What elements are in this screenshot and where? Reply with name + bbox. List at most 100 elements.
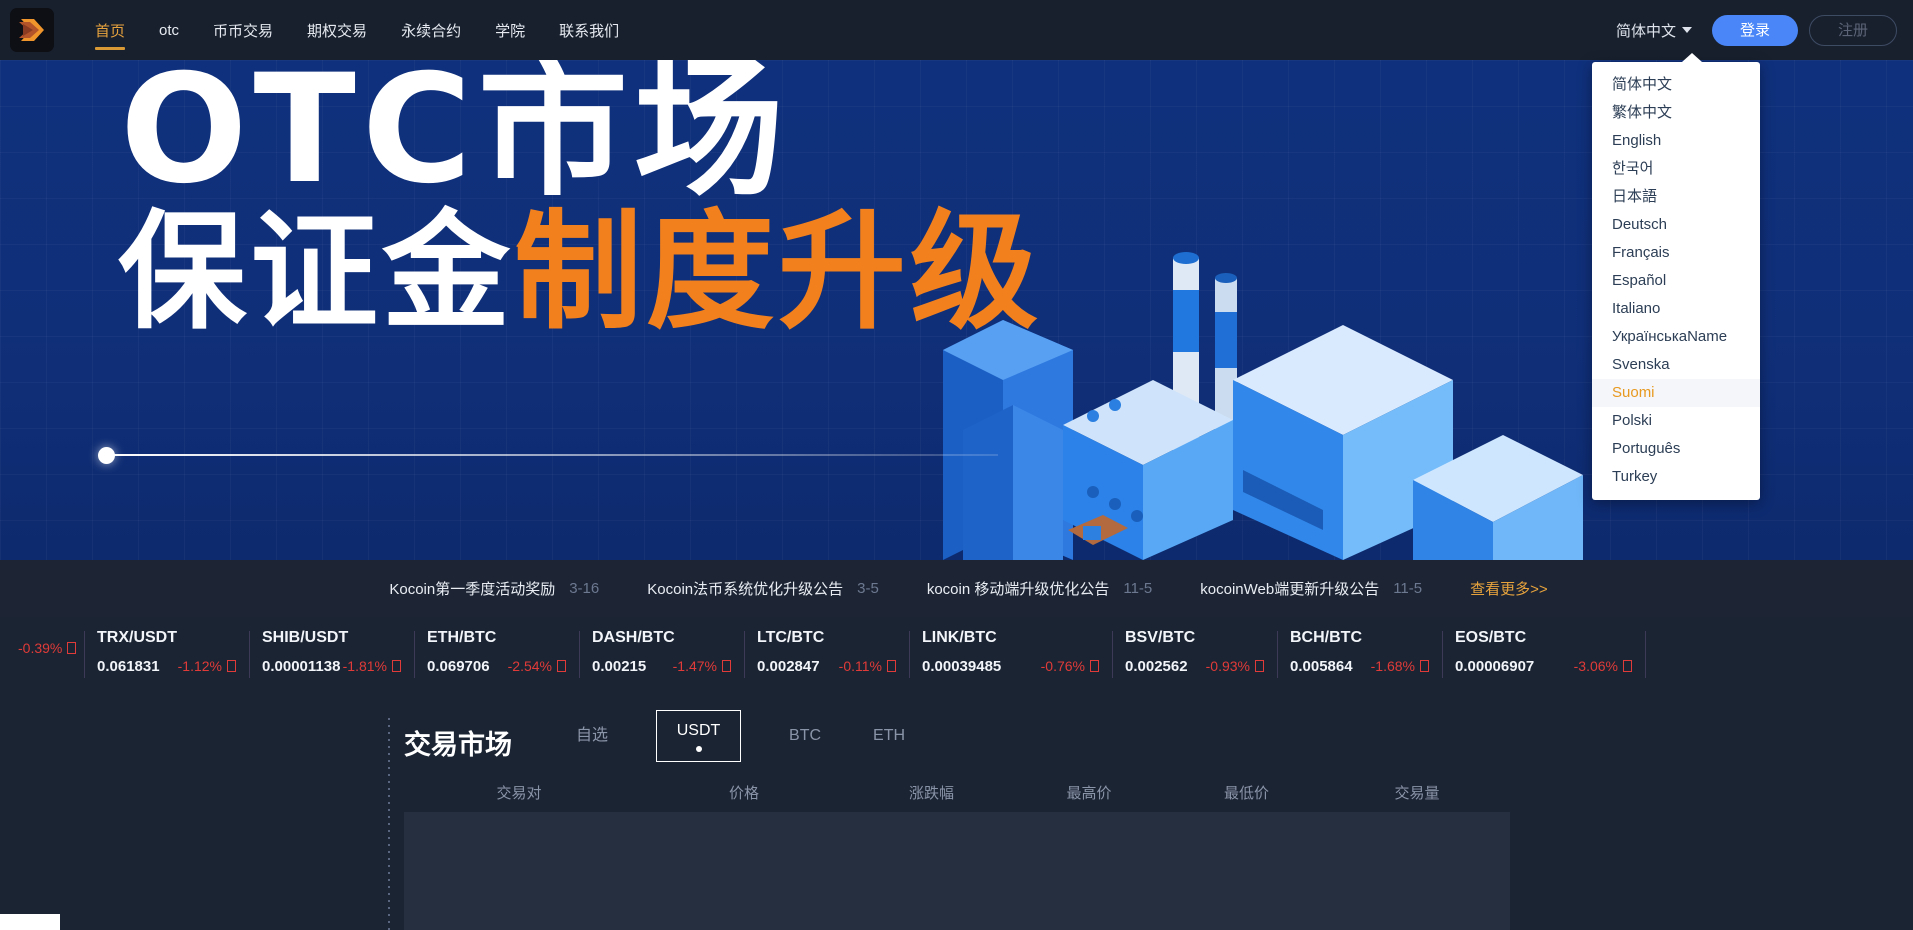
logo-glyph	[19, 19, 44, 41]
announcement-title: kocoin 移动端升级优化公告	[926, 581, 1110, 598]
missing-glyph-icon	[1420, 660, 1429, 672]
language-option-suomi[interactable]: Suomi	[1592, 379, 1760, 407]
ticker-cell[interactable]: BCH/BTC 0.005864 -1.68%	[1278, 617, 1443, 690]
nav-label: 首页	[95, 22, 126, 40]
ticker-values: 0.002847 -0.11%	[757, 658, 910, 675]
announcement-item[interactable]: Kocoin第一季度活动奖励 3-16	[365, 578, 623, 599]
nav-item-options-trade[interactable]: 期权交易	[290, 0, 384, 60]
language-selector-label: 简体中文	[1615, 22, 1676, 40]
ticker-values: 0.00215 -1.47%	[592, 658, 745, 675]
isometric-city-illustration	[943, 252, 1583, 560]
decorative-dotted-line	[388, 718, 390, 930]
ticker-change: -2.54%	[508, 658, 580, 674]
missing-glyph-icon	[1255, 660, 1264, 672]
language-option-ukrainian[interactable]: УкраїнськаName	[1592, 323, 1760, 351]
price-ticker-bar[interactable]: -0.39% TRX/USDT 0.061831 -1.12% SHIB/USD…	[0, 617, 1913, 690]
ticker-price: 0.002562	[1125, 658, 1188, 675]
ticker-pair: BSV/BTC	[1125, 629, 1196, 646]
language-option-portugues[interactable]: Português	[1592, 435, 1760, 463]
ticker-pair: DASH/BTC	[592, 629, 675, 646]
language-option-korean[interactable]: 한국어	[1592, 155, 1760, 183]
language-option-english[interactable]: English	[1592, 127, 1760, 155]
nav-label: 联系我们	[559, 22, 620, 40]
login-button[interactable]: 登录	[1711, 14, 1798, 46]
tab-usdt-label: USDT	[676, 722, 721, 739]
banner-carousel-slider[interactable]	[98, 447, 998, 464]
language-option-zh-tw[interactable]: 繁体中文	[1592, 99, 1760, 127]
nav-item-perpetual[interactable]: 永续合约	[384, 0, 478, 60]
missing-glyph-icon	[227, 660, 236, 672]
missing-glyph-icon	[557, 660, 566, 672]
nav-item-academy[interactable]: 学院	[478, 0, 542, 60]
slider-track[interactable]	[112, 454, 998, 456]
banner-headline-2: 保证金制度升级	[118, 168, 1042, 353]
tab-active-dot-icon	[695, 746, 702, 752]
ticker-change: -0.39%	[0, 640, 85, 656]
language-selector[interactable]: 简体中文	[1616, 20, 1692, 41]
missing-glyph-icon	[1090, 660, 1099, 672]
ticker-values: 0.002562 -0.93%	[1125, 658, 1278, 675]
column-header-high[interactable]: 最高价	[1009, 782, 1169, 803]
announcement-item[interactable]: kocoin 移动端升级优化公告 11-5	[903, 578, 1176, 599]
language-option-polski[interactable]: Polski	[1592, 407, 1760, 435]
column-header-price[interactable]: 价格	[634, 782, 854, 803]
ticker-price: 0.005864	[1290, 658, 1353, 675]
language-option-svenska[interactable]: Svenska	[1592, 351, 1760, 379]
ticker-cell[interactable]: ETH/BTC 0.069706 -2.54%	[415, 617, 580, 690]
chevron-down-icon	[1681, 27, 1692, 33]
ticker-pair: ETH/BTC	[427, 629, 497, 646]
browser-status-bar	[0, 914, 60, 930]
missing-glyph-icon	[392, 660, 401, 672]
announcement-item[interactable]: kocoinWeb端更新升级公告 11-5	[1176, 578, 1446, 599]
announcement-bar: Kocoin第一季度活动奖励 3-16 Kocoin法币系统优化升级公告 3-5…	[0, 560, 1913, 617]
ticker-price: 0.069706	[427, 658, 490, 675]
tab-btc[interactable]: BTC	[763, 721, 847, 751]
nav-label: 币币交易	[213, 22, 274, 40]
announcement-item[interactable]: Kocoin法币系统优化升级公告 3-5	[623, 578, 903, 599]
ticker-pair: LINK/BTC	[922, 629, 997, 646]
ticker-cell[interactable]: LINK/BTC 0.00039485 -0.76%	[910, 617, 1113, 690]
language-option-espanol[interactable]: Español	[1592, 267, 1760, 295]
language-dropdown-menu[interactable]: 简体中文 繁体中文 English 한국어 日本語 Deutsch França…	[1592, 53, 1760, 500]
language-option-turkey[interactable]: Turkey	[1592, 463, 1760, 491]
ticker-pair: SHIB/USDT	[262, 629, 349, 646]
slider-handle[interactable]	[98, 447, 115, 464]
register-button[interactable]: 注册	[1808, 14, 1897, 46]
nav-label: 学院	[495, 22, 526, 40]
ticker-cell[interactable]: EOS/BTC 0.00006907 -3.06%	[1443, 617, 1646, 690]
ticker-values: 0.005864 -1.68%	[1290, 658, 1443, 675]
announcement-date: 11-5	[1393, 580, 1423, 597]
tab-favorites[interactable]: 自选	[550, 721, 634, 751]
tab-usdt[interactable]: USDT	[656, 710, 742, 762]
language-option-italiano[interactable]: Italiano	[1592, 295, 1760, 323]
nav-item-otc[interactable]: otc	[142, 0, 196, 60]
column-header-change[interactable]: 涨跌幅	[854, 782, 1009, 803]
ticker-cell[interactable]: SHIB/USDT 0.00001138 -1.81%	[250, 617, 415, 690]
ticker-values: 0.00001138 -1.81%	[262, 658, 415, 675]
market-table-row[interactable]	[404, 812, 1510, 930]
top-navigation-bar: 首页 otc 币币交易 期权交易 永续合约 学院 联系我们 简体中文 登录 注册	[0, 0, 1913, 60]
ticker-cell[interactable]: TRX/USDT 0.061831 -1.12%	[85, 617, 250, 690]
language-option-japanese[interactable]: 日本語	[1592, 183, 1760, 211]
nav-item-home[interactable]: 首页	[78, 0, 142, 60]
ticker-cell[interactable]: BSV/BTC 0.002562 -0.93%	[1113, 617, 1278, 690]
language-option-francais[interactable]: Français	[1592, 239, 1760, 267]
ticker-cell[interactable]: -0.39%	[0, 617, 85, 690]
ticker-cell[interactable]: LTC/BTC 0.002847 -0.11%	[745, 617, 910, 690]
nav-item-coin-trade[interactable]: 币币交易	[196, 0, 290, 60]
market-container: 交易市场 自选 USDT BTC ETH 交易对 价格 涨跌幅 最高价 最低价 …	[388, 690, 1510, 930]
ticker-change: -0.11%	[839, 658, 910, 674]
view-more-link[interactable]: 查看更多>>	[1470, 578, 1548, 599]
column-header-volume[interactable]: 交易量	[1324, 782, 1510, 803]
tab-eth[interactable]: ETH	[847, 721, 931, 751]
language-option-deutsch[interactable]: Deutsch	[1592, 211, 1760, 239]
kocoin-logo-icon[interactable]	[10, 8, 54, 52]
column-header-pair[interactable]: 交易对	[404, 782, 634, 803]
ticker-cell[interactable]: DASH/BTC 0.00215 -1.47%	[580, 617, 745, 690]
language-option-zh-cn[interactable]: 简体中文	[1592, 71, 1760, 99]
ticker-price: 0.00215	[592, 658, 647, 675]
column-header-low[interactable]: 最低价	[1169, 782, 1324, 803]
nav-item-contact[interactable]: 联系我们	[542, 0, 636, 60]
nav-label: 永续合约	[401, 22, 462, 40]
banner-headline-white: 保证金	[118, 198, 515, 347]
